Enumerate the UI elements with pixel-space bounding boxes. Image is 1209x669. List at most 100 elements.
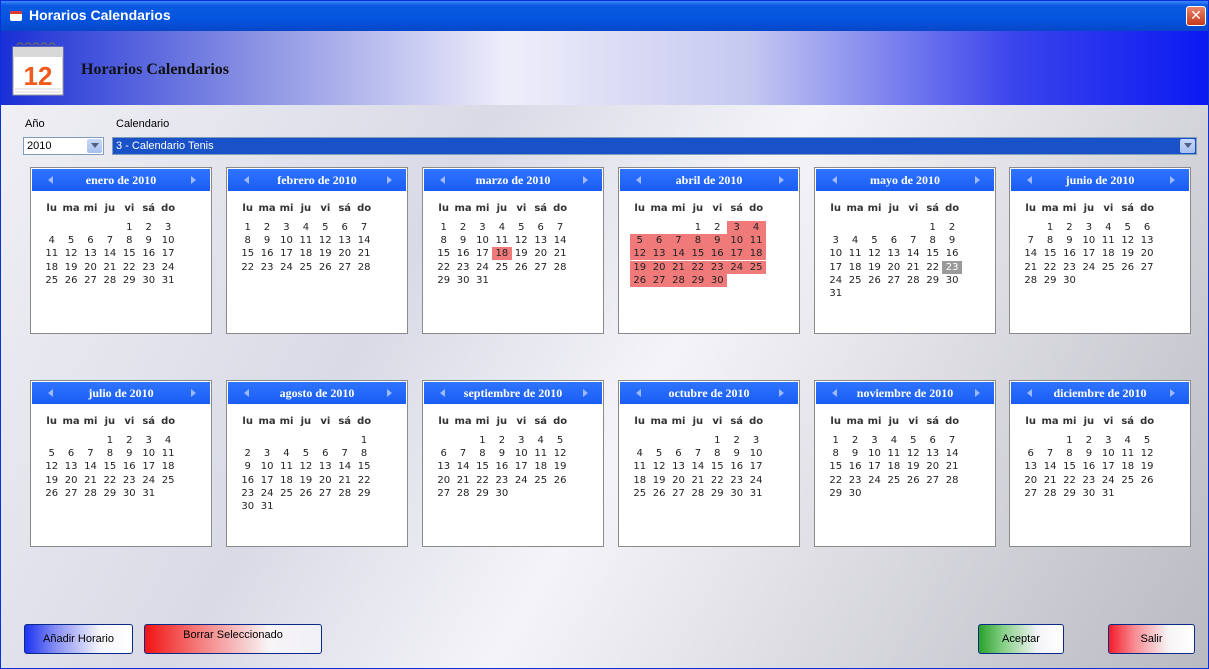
calendar-day[interactable]: 24 [473, 261, 492, 274]
chevron-down-icon[interactable] [1180, 139, 1195, 153]
calendar-day[interactable]: 22 [238, 261, 257, 274]
calendar-day[interactable]: 7 [668, 234, 689, 248]
calendar-day[interactable]: 22 [688, 260, 708, 274]
calendar-day[interactable]: 20 [1137, 247, 1156, 260]
calendar-day[interactable]: 11 [1099, 234, 1118, 247]
calendar-day[interactable]: 18 [1099, 247, 1118, 260]
calendar-day[interactable]: 8 [473, 447, 492, 460]
calendar-day[interactable]: 9 [1060, 234, 1079, 247]
calendar-day[interactable]: 6 [531, 221, 550, 234]
calendar-day[interactable]: 8 [100, 447, 119, 460]
calendar-day[interactable]: 1 [238, 221, 257, 234]
calendar-day[interactable]: 2 [120, 434, 139, 447]
calendar-day[interactable]: 25 [531, 474, 550, 487]
calendar-day[interactable]: 13 [923, 447, 942, 460]
calendar-day[interactable]: 9 [1079, 447, 1098, 460]
calendar-day[interactable]: 29 [100, 487, 119, 500]
calendar-day[interactable]: 4 [884, 434, 903, 447]
calendar-day[interactable]: 17 [512, 460, 531, 473]
calendar-day[interactable]: 5 [296, 447, 315, 460]
calendar-day[interactable]: 1 [120, 221, 139, 234]
calendar-day[interactable]: 27 [884, 274, 903, 287]
calendar-day[interactable]: 16 [257, 247, 276, 260]
calendar-day[interactable]: 26 [296, 487, 315, 500]
next-month-arrow-icon[interactable] [583, 389, 588, 397]
accept-button[interactable]: Aceptar [978, 624, 1064, 654]
calendar-day[interactable]: 3 [826, 234, 845, 247]
calendar-day[interactable]: 18 [746, 247, 766, 261]
calendar-day[interactable]: 31 [746, 487, 765, 500]
calendar-day[interactable]: 6 [649, 234, 669, 248]
calendar-day[interactable]: 2 [1060, 221, 1079, 234]
calendar-day[interactable]: 22 [354, 474, 373, 487]
calendar-day[interactable]: 1 [434, 221, 453, 234]
calendar-day[interactable]: 3 [158, 221, 177, 234]
delete-selected-button[interactable]: Borrar Seleccionado [144, 624, 322, 654]
calendar-day[interactable]: 25 [630, 487, 649, 500]
calendar-day[interactable]: 9 [257, 234, 276, 247]
calendar-day[interactable]: 12 [904, 447, 923, 460]
calendar-day[interactable]: 21 [550, 247, 569, 260]
next-month-arrow-icon[interactable] [387, 389, 392, 397]
calendar-day[interactable]: 11 [746, 234, 766, 248]
calendar-day[interactable]: 26 [1137, 474, 1156, 487]
calendar-day[interactable]: 4 [492, 221, 511, 234]
calendar-day[interactable]: 1 [708, 434, 727, 447]
calendar-day[interactable]: 20 [1021, 474, 1040, 487]
calendar-day[interactable]: 1 [1060, 434, 1079, 447]
calendar-day[interactable]: 23 [845, 474, 864, 487]
calendar-day[interactable]: 4 [296, 221, 315, 234]
next-month-arrow-icon[interactable] [975, 176, 980, 184]
calendar-day[interactable]: 30 [727, 487, 746, 500]
calendar-day[interactable]: 3 [746, 434, 765, 447]
calendar-day[interactable]: 22 [826, 474, 845, 487]
calendar-day[interactable]: 10 [746, 447, 765, 460]
calendar-day[interactable]: 29 [923, 274, 942, 287]
calendar-day[interactable]: 27 [61, 487, 80, 500]
calendar-day[interactable]: 4 [1118, 434, 1137, 447]
calendar-day[interactable]: 9 [942, 234, 961, 247]
calendar-day[interactable]: 18 [1118, 460, 1137, 473]
calendar-day[interactable]: 24 [139, 474, 158, 487]
calendar-day[interactable]: 11 [845, 247, 864, 260]
calendar-day[interactable]: 10 [826, 247, 845, 260]
calendar-day[interactable]: 3 [473, 221, 492, 234]
calendar-day[interactable]: 30 [492, 487, 511, 500]
calendar-day[interactable]: 12 [550, 447, 569, 460]
next-month-arrow-icon[interactable] [387, 176, 392, 184]
calendar-day[interactable]: 15 [1040, 247, 1059, 260]
calendar-day[interactable]: 18 [492, 247, 512, 261]
calendar-day[interactable]: 21 [354, 247, 373, 260]
calendar-day[interactable]: 21 [942, 460, 961, 473]
calendar-day[interactable]: 25 [1118, 474, 1137, 487]
calendar-day[interactable]: 27 [669, 487, 688, 500]
calendar-day[interactable]: 23 [238, 487, 257, 500]
calendar-day[interactable]: 27 [335, 261, 354, 274]
calendar-day[interactable]: 22 [923, 261, 942, 274]
calendar-day[interactable]: 29 [354, 487, 373, 500]
calendar-day[interactable]: 8 [923, 234, 942, 247]
calendar-day[interactable]: 15 [434, 247, 453, 260]
calendar-day[interactable]: 9 [120, 447, 139, 460]
calendar-day[interactable]: 30 [238, 500, 257, 513]
calendar-day[interactable]: 2 [238, 447, 257, 460]
calendar-day[interactable]: 18 [845, 261, 864, 274]
calendar-day[interactable]: 19 [316, 247, 335, 260]
calendar-day[interactable]: 30 [707, 273, 727, 287]
calendar-day[interactable]: 11 [630, 460, 649, 473]
calendar-day[interactable]: 19 [1137, 460, 1156, 473]
calendar-day[interactable]: 28 [1040, 487, 1059, 500]
calendar-day[interactable]: 20 [884, 261, 903, 274]
calendar-day[interactable]: 7 [904, 234, 923, 247]
calendar-day[interactable]: 24 [512, 474, 531, 487]
calendar-day[interactable]: 1 [826, 434, 845, 447]
calendar-day[interactable]: 16 [120, 460, 139, 473]
calendar-day[interactable]: 13 [81, 247, 100, 260]
calendar-day[interactable]: 7 [1040, 447, 1059, 460]
calendar-day[interactable]: 27 [923, 474, 942, 487]
calendar-day[interactable]: 15 [473, 460, 492, 473]
calendar-day[interactable]: 23 [727, 474, 746, 487]
calendar-day[interactable]: 30 [942, 274, 961, 287]
calendar-day[interactable]: 1 [688, 221, 707, 234]
calendar-day[interactable]: 31 [826, 287, 845, 300]
